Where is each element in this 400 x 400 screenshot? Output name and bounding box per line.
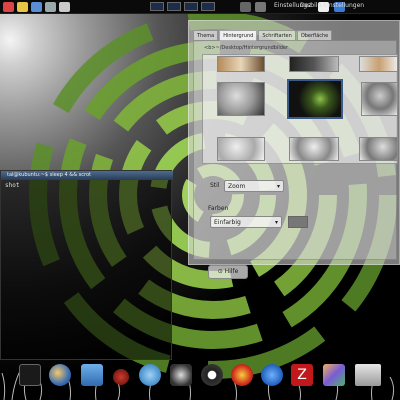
wallpaper-thumbnail-selected[interactable] <box>287 79 343 119</box>
dock: Z <box>15 364 400 396</box>
window-title: Einstellungsbild-Einstellungen <box>274 2 365 9</box>
wallpaper-thumbnail[interactable] <box>217 137 265 161</box>
workspace-1[interactable] <box>150 2 164 11</box>
color-mode-dropdown[interactable]: Einfarbig ▾ <box>210 216 282 228</box>
filezilla-icon[interactable]: Z <box>291 364 313 386</box>
screencast-icon[interactable] <box>261 364 283 386</box>
background-tab-panel: <b>~/Desktop/Hintergrundbilder Stil Zoom… <box>193 40 398 279</box>
workspace-3[interactable] <box>184 2 198 11</box>
wallpaper-thumbnail[interactable] <box>361 82 397 116</box>
terminal-icon[interactable] <box>19 364 41 386</box>
media-player-icon[interactable] <box>201 364 223 386</box>
wallpaper-thumbnail-grid[interactable] <box>202 54 398 164</box>
tab-bar: Thema Hintergrund Schriftarten Oberfläch… <box>193 30 333 41</box>
style-dropdown-value: Zoom <box>228 183 246 190</box>
terminal-title[interactable]: tal@kubuntu:~$ sleep 4 && scrot <box>1 171 173 180</box>
wallpaper-thumbnail[interactable] <box>289 137 339 161</box>
box-icon[interactable] <box>59 2 70 12</box>
screenshot-tool-icon[interactable] <box>170 364 192 386</box>
colors-label: Farben <box>208 205 229 212</box>
folder-path-label: <b>~/Desktop/Hintergrundbilder <box>204 45 289 51</box>
menu-icon[interactable] <box>3 2 14 12</box>
wallpaper-thumbnail[interactable] <box>217 56 265 72</box>
home-icon[interactable] <box>31 2 42 12</box>
help-label: Hilfe <box>224 268 239 275</box>
terminal-output: shot <box>5 182 20 189</box>
wallpaper-thumbnail[interactable] <box>359 56 397 72</box>
firefox-icon[interactable] <box>231 364 253 386</box>
wallpaper-thumbnail[interactable] <box>217 82 265 116</box>
workspace-4[interactable] <box>201 2 215 11</box>
wallpaper-thumbnail[interactable] <box>289 56 339 72</box>
settings-icon[interactable] <box>45 2 56 12</box>
style-label: Stil <box>210 182 220 189</box>
thunderbird-icon[interactable] <box>49 364 71 386</box>
tab-theme[interactable]: Thema <box>193 30 219 40</box>
terminal-window[interactable]: tal@kubuntu:~$ sleep 4 && scrot shot <box>0 170 173 360</box>
color-swatch-button[interactable] <box>288 216 308 228</box>
wallpaper-thumbnail[interactable] <box>359 137 397 161</box>
network-icon[interactable] <box>240 2 251 12</box>
workspace-2[interactable] <box>167 2 181 11</box>
image-viewer-icon[interactable] <box>323 364 345 386</box>
tab-fonts[interactable]: Schriftarten <box>258 30 296 40</box>
file-manager-icon[interactable] <box>81 364 103 386</box>
chevron-down-icon: ▾ <box>274 219 278 226</box>
color-mode-value: Einfarbig <box>214 219 241 226</box>
weather-icon[interactable] <box>113 369 129 385</box>
safari-icon[interactable] <box>139 364 161 386</box>
volume-icon[interactable] <box>255 2 266 12</box>
folder-icon[interactable] <box>17 2 28 12</box>
help-button[interactable]: ⊙ Hilfe <box>208 265 248 279</box>
help-icon: ⊙ <box>217 268 225 275</box>
appearance-settings-window: Einstellungsbild-Einstellungen Thema Hin… <box>188 2 400 279</box>
tab-interface[interactable]: Oberfläche <box>296 30 333 40</box>
chevron-down-icon: ▾ <box>276 183 280 190</box>
folder-icon[interactable] <box>355 364 381 386</box>
style-dropdown[interactable]: Zoom ▾ <box>224 180 284 192</box>
